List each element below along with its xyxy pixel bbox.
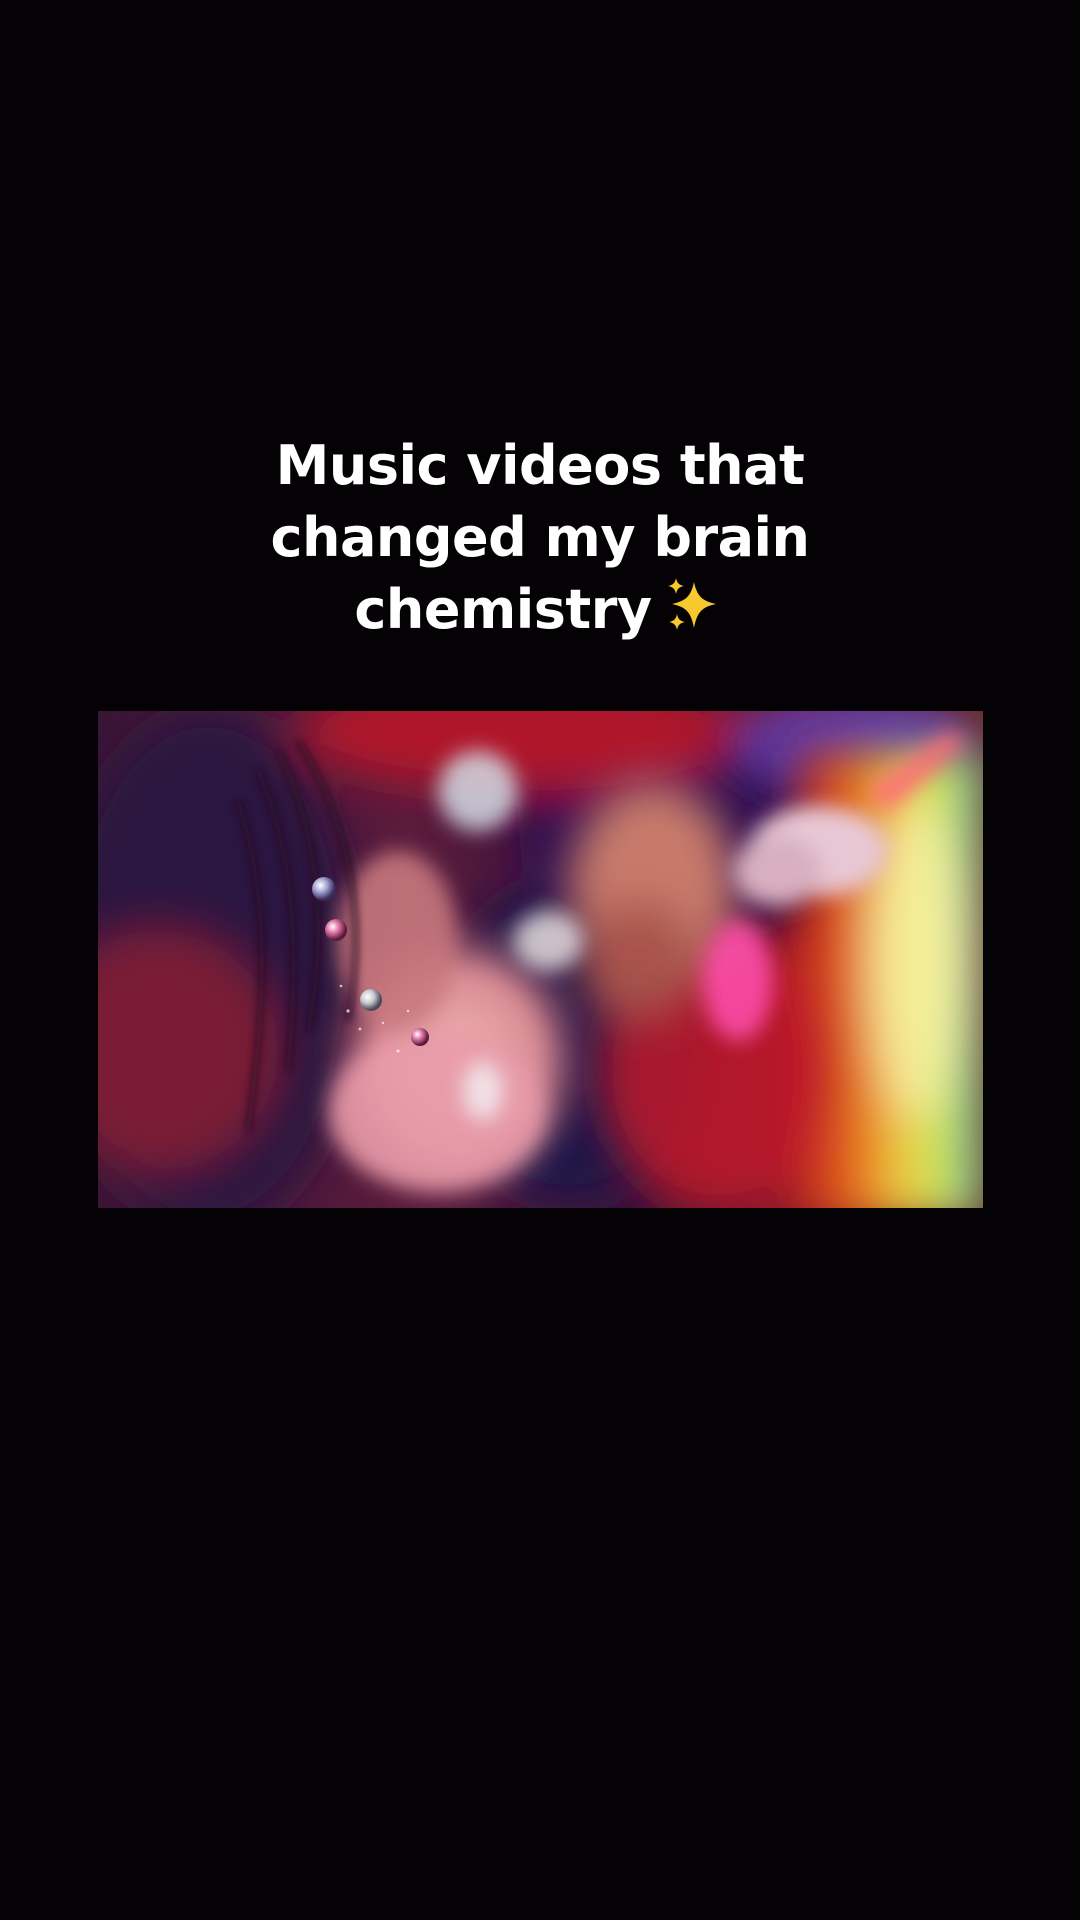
caption-line-3: chemistry xyxy=(0,574,1080,646)
video-still-image xyxy=(98,711,983,1208)
music-video-frame[interactable] xyxy=(98,711,983,1208)
video-post-screen: Music videos that changed my brain chemi… xyxy=(0,0,1080,1920)
caption-line-2: changed my brain xyxy=(270,506,810,569)
caption-line-1: Music videos that xyxy=(275,434,805,497)
caption-line-3-text: chemistry xyxy=(354,578,652,641)
sparkles-icon xyxy=(664,576,726,634)
caption-overlay: Music videos that changed my brain chemi… xyxy=(0,430,1080,646)
